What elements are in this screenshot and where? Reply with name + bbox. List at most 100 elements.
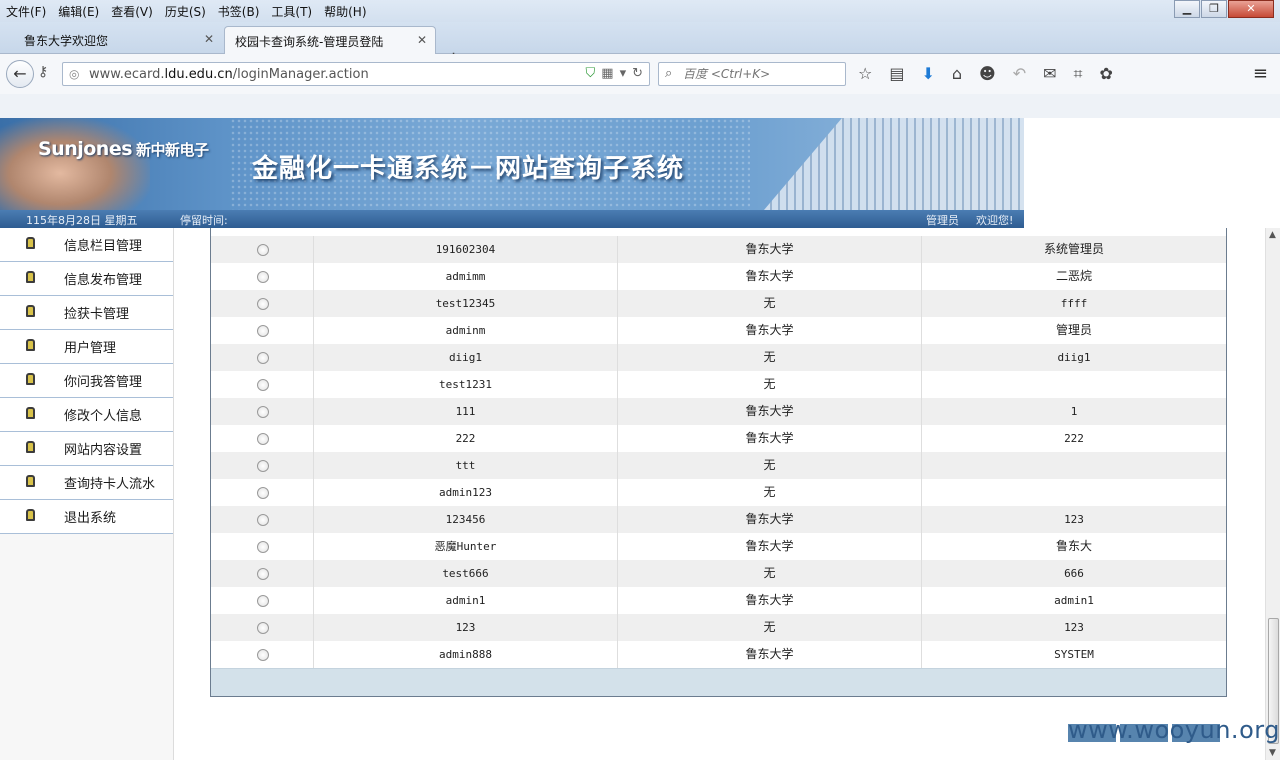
search-box[interactable]: ⌕ — [658, 62, 846, 86]
row-radio[interactable] — [257, 352, 269, 364]
arrow-left-icon: ← — [13, 64, 27, 83]
reload-icon[interactable]: ↻ — [632, 66, 643, 81]
extension-icon[interactable]: ✿ — [1100, 64, 1113, 84]
table-row[interactable]: test12345 无 ffff — [211, 290, 1226, 317]
row-radio[interactable] — [257, 460, 269, 472]
row-radio[interactable] — [257, 541, 269, 553]
comment-icon[interactable]: ✉ — [1043, 64, 1056, 84]
tab-ldu-welcome[interactable]: 鲁东大学欢迎您 ✕ — [0, 26, 222, 54]
close-window-button[interactable]: ✕ — [1228, 0, 1274, 18]
reading-list-icon[interactable]: ▤ — [889, 64, 904, 84]
scroll-up-icon[interactable]: ▲ — [1269, 230, 1276, 240]
system-title: 金融化一卡通系统－网站查询子系统 — [252, 154, 685, 184]
row-radio[interactable] — [257, 244, 269, 256]
bullet-icon — [26, 475, 35, 487]
sidebar-item-edit-profile[interactable]: 修改个人信息 — [0, 398, 173, 432]
row-radio[interactable] — [257, 487, 269, 499]
address-bar-icons: ⛉ ▦ ▾ ↻ — [586, 66, 644, 81]
tab-label: 鲁东大学欢迎您 — [24, 34, 109, 48]
table-row[interactable]: 123456 鲁东大学 123 — [211, 506, 1226, 533]
menu-file[interactable]: 文件(F) — [0, 0, 52, 20]
table-row[interactable]: 111 鲁东大学 1 — [211, 398, 1226, 425]
crop-icon[interactable]: ⌗ — [1074, 64, 1083, 84]
row-radio[interactable] — [257, 406, 269, 418]
row-radio[interactable] — [257, 379, 269, 391]
chat-icon[interactable]: ☻ — [979, 64, 996, 84]
close-tab-icon[interactable]: ✕ — [204, 32, 214, 46]
table-row[interactable]: 222 鲁东大学 222 — [211, 425, 1226, 452]
qr-code-icon[interactable]: ▦ — [601, 66, 613, 81]
close-tab-icon[interactable]: ✕ — [417, 33, 427, 47]
bullet-icon — [26, 305, 35, 317]
sidebar-item-site-content[interactable]: 网站内容设置 — [0, 432, 173, 466]
shield-icon[interactable]: ⛉ — [586, 66, 596, 81]
restore-button[interactable]: ❐ — [1201, 0, 1227, 18]
sidebar-item-qa-management[interactable]: 你问我答管理 — [0, 364, 173, 398]
user-table: 191602304 鲁东大学 系统管理员 admimm 鲁东大学 二恶烷 test123… — [210, 228, 1227, 697]
dropdown-icon[interactable]: ▾ — [620, 66, 627, 81]
table-row[interactable]: 恶魔Hunter 鲁东大学 鲁东大 — [211, 533, 1226, 560]
row-radio[interactable] — [257, 649, 269, 661]
menu-bookmarks[interactable]: 书签(B) — [212, 0, 266, 20]
table-row[interactable]: adminm 鲁东大学 管理员 — [211, 317, 1226, 344]
undo-icon[interactable]: ↶ — [1013, 64, 1026, 84]
table-row[interactable]: test666 无 666 — [211, 560, 1226, 587]
table-footer — [211, 668, 1226, 696]
bullet-icon — [26, 373, 35, 385]
tab-label: 校园卡查询系统-管理员登陆 — [235, 35, 384, 49]
row-radio[interactable] — [257, 514, 269, 526]
bullet-icon — [26, 237, 35, 249]
menu-history[interactable]: 历史(S) — [159, 0, 212, 20]
table-row[interactable]: admin888 鲁东大学 SYSTEM — [211, 641, 1226, 668]
search-input[interactable] — [683, 66, 841, 82]
scroll-down-icon[interactable]: ▼ — [1269, 748, 1276, 758]
key-icon[interactable]: ⚷ — [38, 64, 48, 80]
table-row[interactable]: ttt 无 — [211, 452, 1226, 479]
menu-edit[interactable]: 编辑(E) — [52, 0, 105, 20]
table-row[interactable]: admin123 无 — [211, 479, 1226, 506]
welcome-text: 欢迎您! — [976, 214, 1014, 227]
sidebar-item-cardholder-records[interactable]: 查询持卡人流水 — [0, 466, 173, 500]
sidebar-item-logout[interactable]: 退出系统 — [0, 500, 173, 534]
user-role: 管理员 — [926, 214, 959, 227]
row-radio[interactable] — [257, 568, 269, 580]
download-icon[interactable]: ⬇ — [921, 64, 934, 84]
page-scrollbar[interactable]: ▲ ▼ — [1265, 228, 1280, 760]
menu-help[interactable]: 帮助(H) — [318, 0, 372, 20]
window-controls: ▁ ❐ ✕ — [1173, 0, 1274, 18]
menu-view[interactable]: 查看(V) — [105, 0, 159, 20]
table-row[interactable]: 191602304 鲁东大学 系统管理员 — [211, 236, 1226, 263]
back-button[interactable]: ← — [6, 60, 34, 88]
home-icon[interactable]: ⌂ — [952, 64, 962, 84]
tab-ecard-admin-login[interactable]: 校园卡查询系统-管理员登陆 ✕ — [224, 26, 436, 54]
minimize-button[interactable]: ▁ — [1174, 0, 1200, 18]
table-row[interactable]: admimm 鲁东大学 二恶烷 — [211, 263, 1226, 290]
bookmarks-toolbar — [0, 94, 1280, 118]
sidebar-nav: 信息栏目管理 信息发布管理 捡获卡管理 用户管理 你问我答管理 修改个人信息 网… — [0, 228, 174, 760]
sidebar-item-column-management[interactable]: 信息栏目管理 — [0, 228, 173, 262]
table-row[interactable]: 123 无 123 — [211, 614, 1226, 641]
bookmark-star-icon[interactable]: ☆ — [858, 64, 872, 84]
sidebar-item-info-publish[interactable]: 信息发布管理 — [0, 262, 173, 296]
site-banner: Sunjones 新中新电子 金融化一卡通系统－网站查询子系统 — [0, 118, 1024, 210]
row-radio[interactable] — [257, 433, 269, 445]
bullet-icon — [26, 271, 35, 283]
row-radio[interactable] — [257, 622, 269, 634]
menu-hamburger-icon[interactable]: ≡ — [1253, 63, 1268, 84]
address-bar[interactable]: ◎ www.ecard.ldu.edu.cn/loginManager.acti… — [62, 62, 650, 86]
row-radio[interactable] — [257, 271, 269, 283]
row-radio[interactable] — [257, 595, 269, 607]
table-row[interactable]: admin1 鲁东大学 admin1 — [211, 587, 1226, 614]
table-row[interactable]: test1231 无 — [211, 371, 1226, 398]
row-radio[interactable] — [257, 325, 269, 337]
bullet-icon — [26, 441, 35, 453]
row-radio[interactable] — [257, 298, 269, 310]
tab-strip: 鲁东大学欢迎您 ✕ 校园卡查询系统-管理员登陆 ✕ + — [0, 22, 1280, 69]
stay-time-label: 停留时间: — [180, 214, 228, 227]
table-row[interactable]: diig1 无 diig1 — [211, 344, 1226, 371]
brand-logo: Sunjones 新中新电子 — [38, 138, 209, 160]
bullet-icon — [26, 339, 35, 351]
menu-tools[interactable]: 工具(T) — [265, 0, 318, 20]
sidebar-item-found-card[interactable]: 捡获卡管理 — [0, 296, 173, 330]
sidebar-item-user-management[interactable]: 用户管理 — [0, 330, 173, 364]
